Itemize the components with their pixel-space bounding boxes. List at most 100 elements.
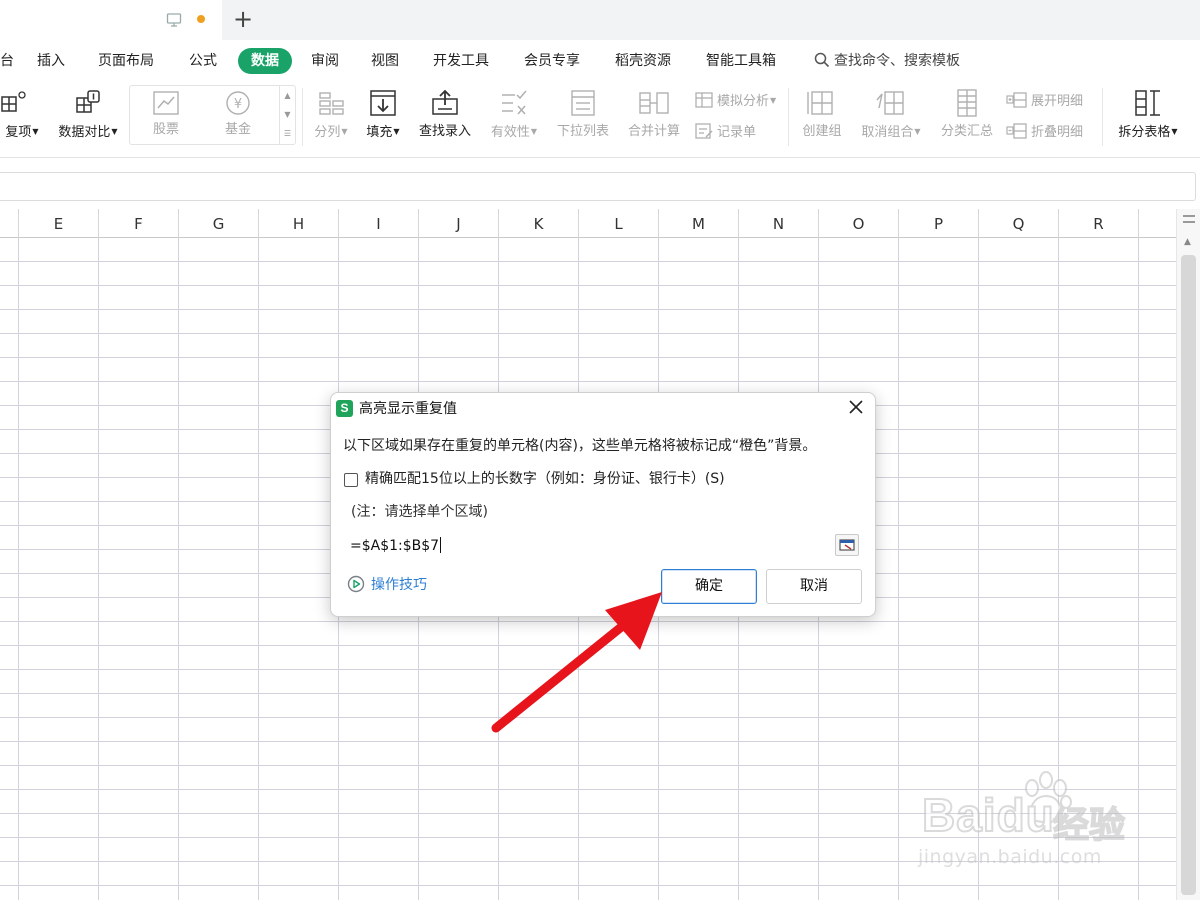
menu-item-member[interactable]: 会员专享: [524, 50, 580, 72]
create-group-label: 创建组: [802, 124, 842, 139]
column-header-edge: [0, 209, 19, 238]
record-form-label: 记录单: [717, 125, 757, 140]
menu-item-review[interactable]: 审阅: [311, 50, 339, 72]
column-header[interactable]: P: [899, 209, 979, 238]
data-compare-button[interactable]: 数据对比▼: [52, 88, 124, 141]
lookup-entry-button[interactable]: 查找录入: [414, 88, 476, 140]
collapse-detail-icon: [1006, 123, 1027, 139]
command-search[interactable]: 查找命令、搜索模板: [814, 50, 960, 72]
record-form-icon: [695, 123, 713, 139]
column-header[interactable]: F: [99, 209, 179, 238]
menu-item-smart-toolbox[interactable]: 智能工具箱: [706, 50, 776, 72]
ungroup-button[interactable]: 取消组合▼: [854, 88, 928, 141]
formula-bar[interactable]: [0, 172, 1196, 201]
cancel-button[interactable]: 取消: [766, 569, 862, 604]
dropdown-list-button[interactable]: 下拉列表: [552, 88, 614, 140]
whatif-label: 模拟分析: [717, 94, 770, 109]
split-table-icon: [1135, 90, 1160, 116]
fill-button[interactable]: 填充▼: [360, 88, 406, 141]
lookup-entry-icon: [432, 89, 458, 115]
dialog-title: 高亮显示重复值: [359, 401, 457, 417]
monitor-icon: [166, 13, 182, 27]
column-header[interactable]: M: [659, 209, 739, 238]
subtotal-label: 分类汇总: [940, 124, 993, 139]
column-header-row: E F G H I J K L M N O P Q R: [0, 209, 1176, 238]
validity-button[interactable]: 有效性▼: [484, 88, 544, 141]
dialog-description: 以下区域如果存在重复的单元格(内容)，这些单元格将被标记成“橙色”背景。: [343, 438, 817, 454]
close-icon[interactable]: [847, 398, 865, 416]
command-search-placeholder: 查找命令、搜索模板: [834, 53, 960, 69]
column-header[interactable]: L: [579, 209, 659, 238]
range-select-button[interactable]: [835, 534, 859, 556]
exact-match-checkbox[interactable]: [344, 473, 358, 487]
fund-button[interactable]: ¥ 基金: [206, 90, 270, 138]
dropdown-list-label: 下拉列表: [556, 124, 609, 139]
fund-label: 基金: [224, 122, 251, 137]
create-group-button[interactable]: 创建组: [796, 88, 848, 140]
operation-tips-link[interactable]: 操作技巧: [347, 575, 427, 595]
column-header[interactable]: I: [339, 209, 419, 238]
dialog-note: (注：请选择单个区域): [351, 504, 488, 520]
gallery-down-icon[interactable]: ▼: [280, 105, 295, 124]
expand-detail-button[interactable]: 展开明细: [1006, 91, 1083, 111]
stock-button[interactable]: 股票: [134, 90, 198, 138]
split-table-button[interactable]: 拆分表格▼: [1110, 88, 1186, 141]
split-handle-icon[interactable]: [1183, 215, 1195, 223]
ungroup-icon: [876, 91, 904, 115]
menu-item-docer[interactable]: 稻壳资源: [615, 50, 671, 72]
column-header[interactable]: J: [419, 209, 499, 238]
ribbon-divider: [302, 88, 303, 146]
watermark-brand: Baidu: [921, 788, 1055, 842]
watermark-url: jingyan.baidu.com: [918, 846, 1102, 868]
column-header[interactable]: Q: [979, 209, 1059, 238]
data-compare-label: 数据对比: [58, 125, 111, 140]
column-header[interactable]: G: [179, 209, 259, 238]
gallery-scroll[interactable]: ▲ ▼ ☰: [279, 86, 295, 144]
document-tab[interactable]: [0, 0, 222, 40]
split-column-button[interactable]: 分列▼: [308, 88, 354, 141]
range-select-icon: [839, 539, 855, 551]
menu-item-developer[interactable]: 开发工具: [433, 50, 489, 72]
fill-label: 填充: [366, 125, 393, 140]
scroll-thumb[interactable]: [1181, 255, 1196, 895]
search-icon: [814, 52, 830, 68]
dropdown-list-icon: [571, 90, 595, 116]
validity-icon: [502, 90, 527, 115]
split-column-icon: [319, 92, 344, 115]
subtotal-icon: [957, 89, 977, 117]
column-header[interactable]: N: [739, 209, 819, 238]
column-header[interactable]: E: [19, 209, 99, 238]
column-header[interactable]: R: [1059, 209, 1139, 238]
scroll-up-icon[interactable]: ▲: [1184, 237, 1191, 247]
column-header[interactable]: K: [499, 209, 579, 238]
duplicates-icon: [1, 91, 26, 112]
validity-label: 有效性: [490, 125, 530, 140]
collapse-detail-button[interactable]: 折叠明细: [1006, 122, 1083, 142]
expand-detail-label: 展开明细: [1031, 94, 1084, 109]
watermark-jingyan: 经验: [1052, 804, 1126, 847]
duplicates-button[interactable]: 复项▼: [0, 88, 44, 141]
menu-item-insert[interactable]: 插入: [37, 50, 65, 72]
consolidate-label: 合并计算: [627, 124, 680, 139]
whatif-button[interactable]: 模拟分析▼: [694, 91, 776, 111]
spreadsheet-app: + 台 插入 页面布局 公式 数据 审阅 视图 开发工具 会员专享 稻壳资源 智…: [0, 0, 1200, 900]
play-circle-icon: [347, 575, 365, 593]
new-tab-button[interactable]: +: [232, 6, 254, 32]
menu-item-view[interactable]: 视图: [371, 50, 399, 72]
column-header[interactable]: O: [819, 209, 899, 238]
column-header[interactable]: H: [259, 209, 339, 238]
gallery-up-icon[interactable]: ▲: [280, 86, 295, 105]
yen-coin-icon: ¥: [226, 91, 250, 115]
menu-item-workbench[interactable]: 台: [0, 50, 14, 72]
subtotal-button[interactable]: 分类汇总: [934, 88, 1000, 140]
gallery-more-icon[interactable]: ☰: [280, 124, 295, 143]
consolidate-button[interactable]: 合并计算: [622, 88, 686, 140]
range-input[interactable]: =$A$1:$B$7: [344, 533, 861, 557]
menu-item-page-layout[interactable]: 页面布局: [98, 50, 154, 72]
vertical-scrollbar[interactable]: ▲: [1176, 209, 1200, 900]
menu-item-data[interactable]: 数据: [238, 48, 292, 74]
svg-text:¥: ¥: [234, 97, 242, 112]
menu-item-formula[interactable]: 公式: [189, 50, 217, 72]
record-form-button[interactable]: 记录单: [694, 122, 756, 142]
exact-match-label[interactable]: 精确匹配15位以上的长数字（例如：身份证、银行卡）(S): [365, 469, 725, 489]
